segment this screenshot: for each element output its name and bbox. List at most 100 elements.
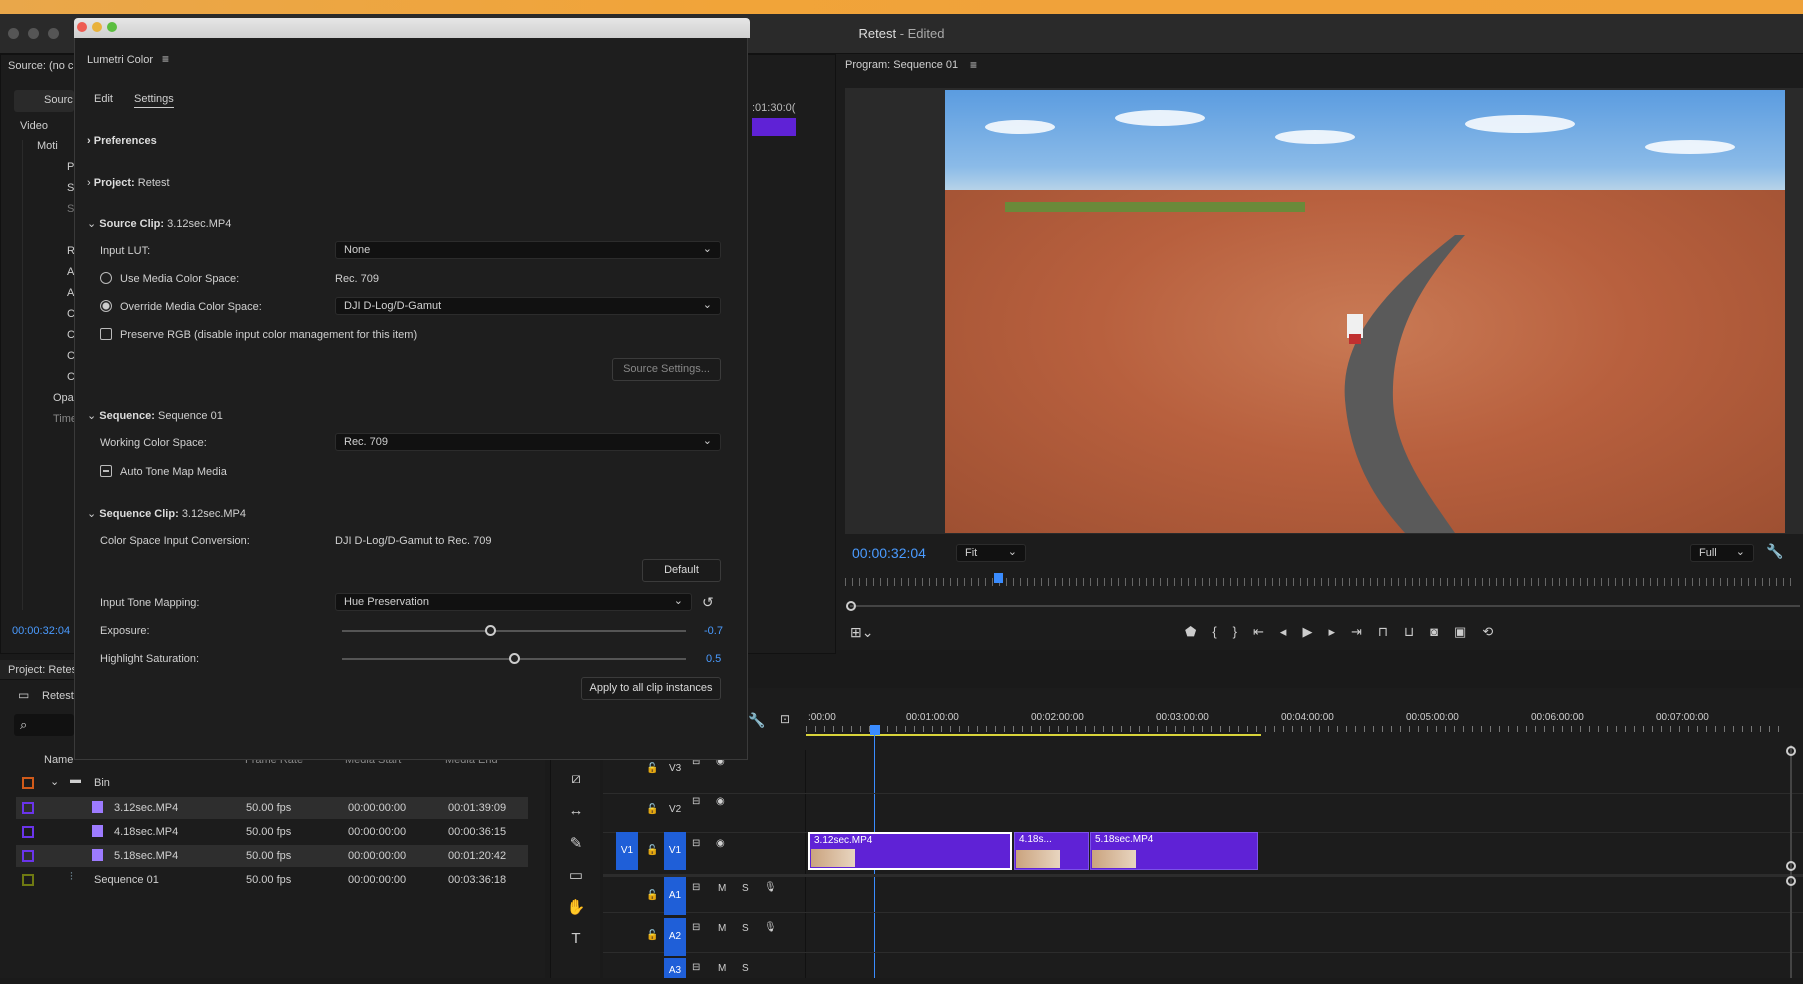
working-cs-dropdown[interactable]: Rec. 709 ⌄ [335,433,721,451]
extract-icon[interactable]: ⊔ [1404,624,1430,639]
effect-clip-bar[interactable] [752,118,796,136]
preserve-rgb-checkbox[interactable] [100,328,112,340]
tab-edit[interactable]: Edit [94,93,113,105]
track-a3-label[interactable]: A3 [664,958,686,978]
settings-icon[interactable]: ⊞⌄ [850,624,873,641]
lock-icon[interactable]: 🔓 [646,763,658,774]
track-v3-label[interactable]: V3 [669,763,681,774]
track-a1-label[interactable]: A1 [664,877,686,915]
column-name[interactable]: Name [44,754,73,766]
track-a2-label[interactable]: A2 [664,918,686,956]
go-to-in-icon[interactable]: ⇤ [1253,624,1280,639]
playhead-marker[interactable] [994,573,1003,583]
program-timecode[interactable]: 00:00:32:04 [852,545,926,561]
use-media-cs-radio[interactable] [100,272,112,284]
apply-to-all-instances-button[interactable]: Apply to all clip instances [581,677,721,700]
lumetri-titlebar[interactable] [74,18,750,38]
clip-5-18sec[interactable]: 5.18sec.MP4 [1090,832,1258,870]
highlight-saturation-value[interactable]: 0.5 [706,653,721,665]
table-row[interactable]: 4.18sec.MP4 50.00 fps 00:00:00:00 00:00:… [16,821,528,843]
source-clip-section[interactable]: ⌄ Source Clip: 3.12sec.MP4 [87,217,231,230]
source-settings-button[interactable]: Source Settings... [612,358,721,381]
chevron-down-icon[interactable]: ⌄ [50,775,59,788]
sync-icon[interactable]: ⊟ [692,882,700,893]
preferences-section[interactable]: › Preferences [87,135,157,147]
step-forward-icon[interactable]: ▸ [1328,624,1351,639]
program-video-frame[interactable] [945,90,1785,533]
compare-icon[interactable]: ▣ [1454,624,1482,639]
lock-icon[interactable]: 🔓 [646,845,658,856]
list-item-folder[interactable]: ⌄ ▬ Bin [16,772,528,794]
play-icon[interactable]: ▶ [1302,624,1328,639]
solo-button[interactable]: S [742,923,749,934]
effect-motion[interactable]: Moti [37,140,58,152]
playhead-head[interactable] [870,725,880,735]
mic-icon[interactable]: 🎙 [764,922,777,933]
sync-icon[interactable]: ⊟ [692,838,700,849]
label-color[interactable] [22,874,34,886]
source-panel-header[interactable]: Source: (no cl [8,60,76,72]
scroll-handle[interactable] [1786,876,1796,886]
override-cs-dropdown[interactable]: DJI D-Log/D-Gamut ⌄ [335,297,721,315]
lift-icon[interactable]: ⊓ [1378,624,1404,639]
panel-menu-icon[interactable]: ≡ [970,58,977,72]
project-bin-name[interactable]: Retest [42,690,74,702]
lock-icon[interactable]: 🔓 [646,930,658,941]
mark-out-icon[interactable]: } [1233,624,1253,639]
wrench-icon[interactable]: 🔧 [748,712,765,729]
sync-icon[interactable]: ⊟ [692,962,700,973]
ripple-tool-icon[interactable]: ↔ [566,802,586,822]
label-color[interactable] [22,802,34,814]
table-row[interactable]: 3.12sec.MP4 50.00 fps 00:00:00:00 00:01:… [16,797,528,819]
sequence-clip-section[interactable]: ⌄ Sequence Clip: 3.12sec.MP4 [87,507,246,520]
label-color[interactable] [22,850,34,862]
highlight-saturation-slider[interactable] [342,653,686,664]
label-color[interactable] [22,777,34,789]
sync-icon[interactable]: ⊟ [692,922,700,933]
track-v2-label[interactable]: V2 [669,804,681,815]
input-tone-mapping-dropdown[interactable]: Hue Preservation ⌄ [335,593,692,611]
marker-icon[interactable]: ⬟ [1185,624,1212,639]
project-panel-title[interactable]: Project: Retes [8,664,77,676]
close-button[interactable] [77,22,87,32]
text-tool-icon[interactable]: T [566,930,586,950]
auto-tone-map-checkbox[interactable] [100,465,112,477]
pen-tool-icon[interactable]: ✎ [566,834,586,854]
scroll-handle[interactable] [846,601,856,611]
input-lut-dropdown[interactable]: None ⌄ [335,241,721,259]
transport-controls[interactable]: ⬟{}⇤◂▶▸⇥⊓⊔◙▣⟲ [1185,624,1509,640]
timeline-ruler[interactable]: :00:00 00:01:00:00 00:02:00:00 00:03:00:… [806,712,1803,736]
clip-3-12sec[interactable]: 3.12sec.MP4 [808,832,1012,870]
eye-icon[interactable]: ◉ [716,796,725,807]
step-back-icon[interactable]: ◂ [1280,624,1303,639]
lock-icon[interactable]: 🔓 [646,890,658,901]
reset-icon[interactable]: ↺ [702,594,714,611]
solo-button[interactable]: S [742,963,749,974]
lock-icon[interactable]: 🔓 [646,804,658,815]
track-v1-label[interactable]: V1 [664,832,686,870]
mute-button[interactable]: M [718,923,726,934]
program-ruler[interactable] [845,578,1795,586]
search-input[interactable]: ⌕ [14,714,74,736]
exposure-slider[interactable] [342,625,686,636]
scroll-handle[interactable] [1786,861,1796,871]
razor-tool-icon[interactable]: ⧄ [566,770,586,790]
go-to-out-icon[interactable]: ⇥ [1351,624,1378,639]
tab-settings[interactable]: Settings [134,93,174,108]
sequence-section[interactable]: ⌄ Sequence: Sequence 01 [87,409,223,422]
source-tab[interactable]: Sourc [14,90,74,112]
mute-button[interactable]: M [718,963,726,974]
exposure-handle[interactable] [484,625,496,636]
exposure-value[interactable]: -0.7 [704,625,723,637]
mark-in-icon[interactable]: { [1212,624,1232,639]
mic-icon[interactable]: 🎙 [764,882,777,893]
loop-icon[interactable]: ⟲ [1482,624,1509,639]
program-monitor-title[interactable]: Program: Sequence 01 [845,59,958,71]
rectangle-tool-icon[interactable]: ▭ [566,866,586,886]
label-color[interactable] [22,826,34,838]
solo-button[interactable]: S [742,883,749,894]
source-timecode[interactable]: 00:00:32:04 [12,625,70,637]
project-section[interactable]: › Project: Retest [87,177,170,189]
clip-4-18sec[interactable]: 4.18s... [1014,832,1089,870]
highlight-saturation-handle[interactable] [509,653,520,664]
